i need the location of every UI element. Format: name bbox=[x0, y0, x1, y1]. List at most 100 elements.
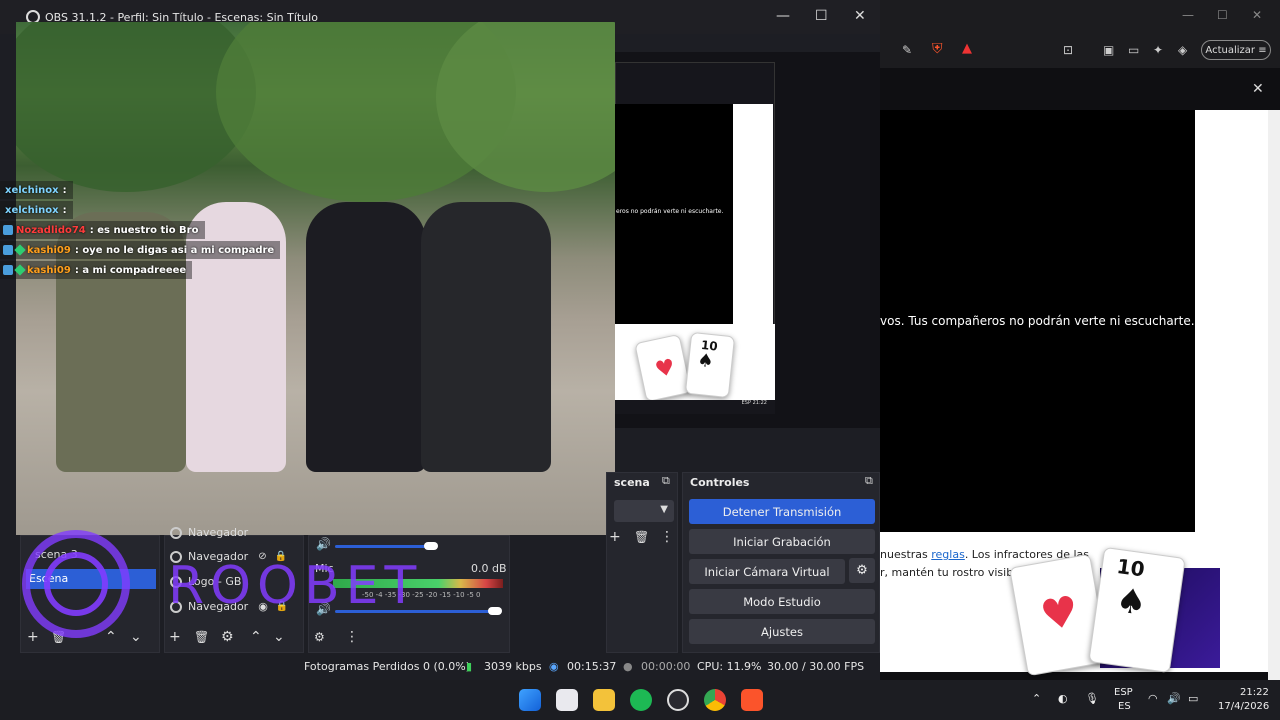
alert-icon[interactable]: ▲ bbox=[962, 41, 972, 56]
add-transition-button[interactable]: + bbox=[609, 529, 621, 545]
spotify-icon[interactable] bbox=[630, 689, 652, 711]
close-button[interactable]: ✕ bbox=[854, 8, 866, 24]
tray-app-icon[interactable]: ◐ bbox=[1058, 692, 1068, 705]
volume-knob[interactable] bbox=[488, 607, 502, 615]
stop-stream-button[interactable]: Detener Transmisión bbox=[689, 499, 875, 524]
update-button[interactable]: Actualizar ≡ bbox=[1201, 40, 1271, 60]
close-button[interactable]: ✕ bbox=[1252, 8, 1262, 22]
tray-overflow-icon[interactable]: ⌃ bbox=[1032, 692, 1041, 705]
nested-preview-white bbox=[733, 104, 773, 324]
chat-message: xelchinox : bbox=[0, 181, 73, 199]
store-icon[interactable] bbox=[556, 689, 578, 711]
page-scrollbar[interactable] bbox=[1268, 110, 1280, 680]
transition-menu-icon[interactable]: ⋮ bbox=[660, 529, 674, 545]
file-explorer-icon[interactable] bbox=[593, 689, 615, 711]
wallet-icon[interactable]: ▭ bbox=[1128, 43, 1139, 57]
volume-icon[interactable]: 🔊 bbox=[1167, 692, 1181, 705]
chat-message: Nozadlido74 : es nuestro tio Bro bbox=[0, 221, 205, 239]
language-indicator[interactable]: ESP bbox=[1114, 687, 1133, 698]
brave-icon[interactable] bbox=[741, 689, 763, 711]
chat-message: kashi09 : a mi compadreeee bbox=[0, 261, 193, 279]
stream-status-icon: ◉ bbox=[549, 660, 559, 673]
popout-icon[interactable]: ⧉ bbox=[662, 474, 670, 488]
brave-shield-icon[interactable]: ⛨ bbox=[932, 41, 943, 57]
move-up-icon[interactable]: ⌃ bbox=[105, 629, 117, 645]
mixer-db-value: 0.0 dB bbox=[471, 562, 507, 575]
obs-taskbar-icon[interactable] bbox=[667, 689, 689, 711]
popout-icon[interactable]: ⧉ bbox=[865, 474, 873, 488]
chat-text: a mi compadreeee bbox=[82, 264, 187, 276]
maximize-button[interactable]: ☐ bbox=[1217, 8, 1228, 22]
chat-user: kashi09 bbox=[27, 244, 71, 256]
browser-titlebar: — ☐ ✕ bbox=[880, 0, 1280, 34]
mixer-settings-icon[interactable]: ⚙ bbox=[314, 630, 325, 644]
bitrate: 3039 kbps bbox=[484, 660, 542, 673]
record-time: 00:00:00 bbox=[641, 660, 691, 673]
clock-time[interactable]: 21:22 bbox=[1240, 687, 1269, 698]
modal-side-panel bbox=[1195, 110, 1268, 532]
roobet-logo-inner bbox=[44, 552, 108, 616]
rules-text-line2: r, mantén tu rostro visib bbox=[880, 566, 1014, 579]
add-source-button[interactable]: + bbox=[169, 629, 181, 645]
clock-date[interactable]: 17/4/2026 bbox=[1218, 701, 1269, 712]
mini-card-spade: 10 ♠ bbox=[684, 331, 736, 399]
screenshot-icon[interactable]: ⊡ bbox=[1063, 43, 1073, 57]
ai-icon[interactable]: ✦ bbox=[1153, 43, 1163, 57]
nested-taskbar: ESP 21:22 bbox=[615, 400, 775, 414]
start-virtual-camera-button[interactable]: Iniciar Cámara Virtual bbox=[689, 559, 845, 584]
speaker-icon[interactable]: 🔊 bbox=[316, 537, 331, 551]
source-item[interactable]: Navegador bbox=[170, 526, 248, 539]
signal-icon: ▮ bbox=[466, 660, 473, 673]
person bbox=[421, 202, 551, 472]
fps: 30.00 / 30.00 FPS bbox=[767, 660, 865, 673]
record-status-icon: ● bbox=[623, 660, 633, 673]
mixer-menu-icon[interactable]: ⋮ bbox=[345, 629, 359, 645]
source-settings-icon[interactable]: ⚙ bbox=[221, 629, 234, 645]
heart-icon: ♥ bbox=[1036, 585, 1083, 641]
controls-title: Controles bbox=[690, 476, 750, 489]
obs-statusbar: Fotogramas Perdidos 0 (0.0%) ▮ 3039 kbps… bbox=[20, 655, 880, 679]
move-down-icon[interactable]: ⌄ bbox=[130, 629, 142, 645]
wifi-icon[interactable]: ◠ bbox=[1148, 692, 1158, 705]
minimize-button[interactable]: — bbox=[1182, 8, 1194, 22]
volume-slider[interactable] bbox=[335, 545, 431, 548]
spade-icon: ♠ bbox=[696, 349, 715, 373]
stream-time: 00:15:37 bbox=[567, 660, 617, 673]
desktop: OBS 31.1.2 - Perfil: Sin Título - Escena… bbox=[0, 0, 1280, 720]
move-up-icon[interactable]: ⌃ bbox=[250, 629, 262, 645]
move-down-icon[interactable]: ⌄ bbox=[273, 629, 285, 645]
settings-button[interactable]: Ajustes bbox=[689, 619, 875, 644]
modal-close-icon[interactable]: ✕ bbox=[1252, 81, 1264, 97]
transition-select[interactable]: ▼ bbox=[614, 500, 674, 522]
delete-source-icon[interactable]: 🗑 bbox=[194, 630, 209, 644]
nested-preview-text: eros no podrán verte ni escucharte. bbox=[616, 208, 724, 215]
badge-icon bbox=[3, 265, 13, 275]
edit-icon[interactable]: ✎ bbox=[902, 43, 912, 57]
chat-user: kashi09 bbox=[27, 264, 71, 276]
microphone-icon[interactable]: 🎙 bbox=[1085, 692, 1099, 705]
sidebar-icon[interactable]: ▣ bbox=[1103, 43, 1114, 57]
start-recording-button[interactable]: Iniciar Grabación bbox=[689, 529, 875, 554]
rules-link[interactable]: reglas bbox=[931, 548, 965, 561]
delete-transition-icon[interactable]: 🗑 bbox=[634, 530, 649, 544]
dropped-frames: Fotogramas Perdidos 0 (0.0%) bbox=[304, 660, 470, 673]
minimize-button[interactable]: — bbox=[776, 8, 790, 24]
keyboard-layout: ES bbox=[1118, 701, 1131, 712]
studio-mode-button[interactable]: Modo Estudio bbox=[689, 589, 875, 614]
chrome-icon[interactable] bbox=[704, 689, 726, 711]
cpu-usage: CPU: 11.9% bbox=[697, 660, 762, 673]
chat-user: Nozadlido74 bbox=[16, 224, 86, 236]
maximize-button[interactable]: ☐ bbox=[815, 8, 828, 24]
transitions-title: scena bbox=[614, 476, 650, 489]
roobet-brand-text: ROOBET bbox=[168, 556, 423, 616]
battery-icon[interactable]: ▭ bbox=[1188, 692, 1198, 705]
virtual-camera-settings-button[interactable]: ⚙ bbox=[849, 558, 875, 583]
start-icon[interactable] bbox=[519, 689, 541, 711]
heart-icon: ♥ bbox=[652, 354, 678, 384]
volume-knob[interactable] bbox=[424, 542, 438, 550]
vpn-icon[interactable]: ◈ bbox=[1178, 43, 1187, 57]
chat-text: es nuestro tio Bro bbox=[97, 224, 199, 236]
add-scene-button[interactable]: + bbox=[27, 629, 39, 645]
chat-message: xelchinox : bbox=[0, 201, 73, 219]
diamond-icon bbox=[14, 264, 26, 276]
